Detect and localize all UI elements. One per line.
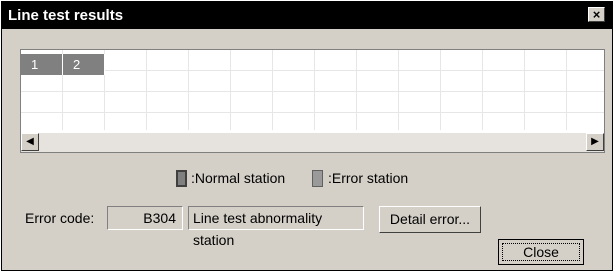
close-button[interactable]: Close bbox=[498, 239, 584, 265]
scroll-right-icon[interactable]: ▶ bbox=[586, 133, 604, 151]
grid-lines bbox=[21, 50, 604, 130]
error-station-swatch bbox=[312, 170, 323, 187]
station-grid: 1 2 ◀ ▶ bbox=[20, 49, 605, 153]
dialog-title: Line test results bbox=[8, 7, 124, 24]
normal-station-label: :Normal station bbox=[191, 170, 286, 186]
error-code-field: B304 bbox=[107, 206, 183, 230]
horizontal-scrollbar[interactable]: ◀ ▶ bbox=[21, 133, 604, 152]
detail-error-button[interactable]: Detail error... bbox=[379, 206, 481, 233]
title-bar: Line test results × bbox=[2, 2, 612, 29]
close-window-button[interactable]: × bbox=[588, 7, 605, 22]
error-code-label: Error code: bbox=[25, 210, 95, 226]
normal-station-swatch bbox=[176, 170, 187, 187]
close-button-label: Close bbox=[523, 244, 559, 260]
line-test-results-dialog: Line test results × 1 2 ◀ ▶ :Normal stat… bbox=[1, 1, 613, 271]
error-message-field: Line test abnormality station bbox=[188, 206, 364, 248]
error-station-label: :Error station bbox=[328, 170, 409, 186]
station-cell-1[interactable]: 1 bbox=[21, 54, 63, 75]
scroll-left-icon[interactable]: ◀ bbox=[21, 133, 39, 151]
station-cell-2[interactable]: 2 bbox=[63, 54, 105, 75]
